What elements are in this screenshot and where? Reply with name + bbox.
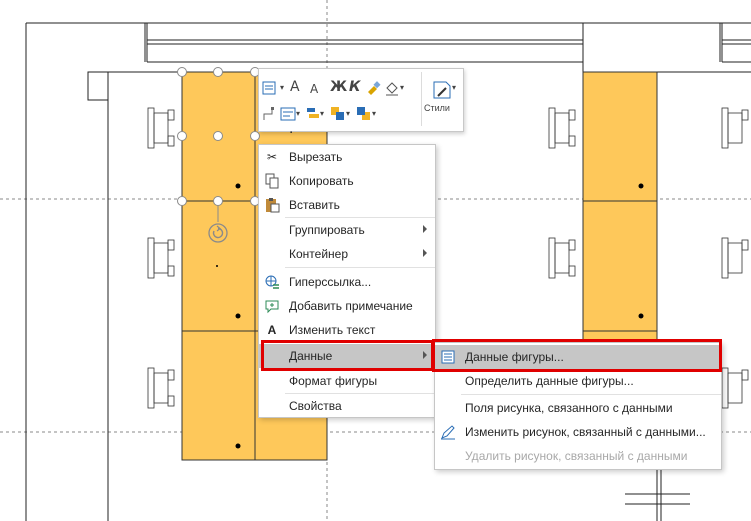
fill-color-icon[interactable]: [384, 80, 400, 96]
menu-item-edit-text[interactable]: A Изменить текст: [259, 318, 435, 342]
styles-button[interactable]: Стили: [424, 103, 450, 113]
desk[interactable]: [582, 71, 658, 202]
submenu-arrow-icon: [423, 249, 427, 257]
desk-dot: [638, 183, 644, 189]
chevron-down-icon[interactable]: ▾: [400, 80, 404, 96]
toolbar-divider: [421, 72, 422, 126]
hyperlink-icon: [265, 275, 279, 289]
menu-item-group[interactable]: Группировать: [259, 218, 435, 242]
bold-button[interactable]: Ж: [330, 79, 347, 95]
menu-item-cut[interactable]: ✂ Вырезать: [259, 145, 435, 169]
paste-icon: [266, 198, 280, 213]
menu-separator: [461, 394, 721, 395]
menu-item-container[interactable]: Контейнер: [259, 242, 435, 266]
submenu-item-edit-graphic[interactable]: Изменить рисунок, связанный с данными...: [435, 420, 721, 444]
desk[interactable]: [181, 330, 256, 461]
italic-button[interactable]: К: [349, 79, 360, 95]
text-icon: A: [267, 323, 277, 337]
desk-dot: [638, 313, 644, 319]
chevron-down-icon[interactable]: ▾: [296, 106, 300, 122]
submenu-item-graphic-fields[interactable]: Поля рисунка, связанного с данными: [435, 396, 721, 420]
connector-icon[interactable]: [262, 106, 278, 122]
menu-item-copy[interactable]: Копировать: [259, 169, 435, 193]
scissors-icon: ✂: [266, 150, 278, 164]
chevron-down-icon[interactable]: ▾: [280, 80, 284, 96]
menu-item-paste[interactable]: Вставить: [259, 193, 435, 217]
desk-dot: [235, 313, 241, 319]
desk-group-right[interactable]: [582, 71, 658, 372]
send-to-back-icon[interactable]: [356, 106, 372, 122]
menu-separator: [285, 267, 435, 268]
submenu-arrow-icon: [423, 225, 427, 233]
font-dropdown-icon[interactable]: [262, 80, 278, 96]
chevron-down-icon[interactable]: ▾: [320, 106, 324, 122]
context-menu: ✂ Вырезать Копировать Вставить Группиров…: [258, 144, 436, 418]
desk[interactable]: [582, 200, 658, 332]
desk-label-mark: ▪: [290, 130, 293, 136]
submenu-item-remove-graphic[interactable]: Удалить рисунок, связанный с данными: [435, 444, 721, 468]
chevron-down-icon[interactable]: ▾: [452, 80, 456, 96]
font-shrink-icon[interactable]: A: [310, 81, 318, 97]
desk-dot: [235, 183, 241, 189]
edit-graphic-icon: [441, 425, 455, 440]
menu-item-add-comment[interactable]: Добавить примечание: [259, 294, 435, 318]
position-icon[interactable]: [305, 106, 321, 122]
line-color-icon[interactable]: [432, 80, 452, 100]
menu-item-hyperlink[interactable]: Гиперссылка...: [259, 270, 435, 294]
format-painter-icon[interactable]: [366, 80, 382, 96]
chevron-down-icon[interactable]: ▾: [346, 106, 350, 122]
bring-to-front-icon[interactable]: [330, 106, 346, 122]
copy-icon: [265, 173, 279, 189]
menu-item-properties[interactable]: Свойства: [259, 394, 435, 418]
align-icon[interactable]: [280, 106, 296, 122]
highlight-box-shape-data: [432, 339, 722, 372]
comment-icon: [265, 300, 279, 314]
desk-dot: [216, 265, 218, 267]
menu-item-format-shape[interactable]: Формат фигуры: [259, 369, 435, 393]
font-grow-icon[interactable]: A: [290, 79, 300, 95]
mini-toolbar: [258, 68, 464, 132]
highlight-box-data: [261, 340, 434, 371]
chevron-down-icon[interactable]: ▾: [372, 106, 376, 122]
submenu-item-define-shape-data[interactable]: Определить данные фигуры...: [435, 369, 721, 393]
desk-dot: [235, 443, 241, 449]
